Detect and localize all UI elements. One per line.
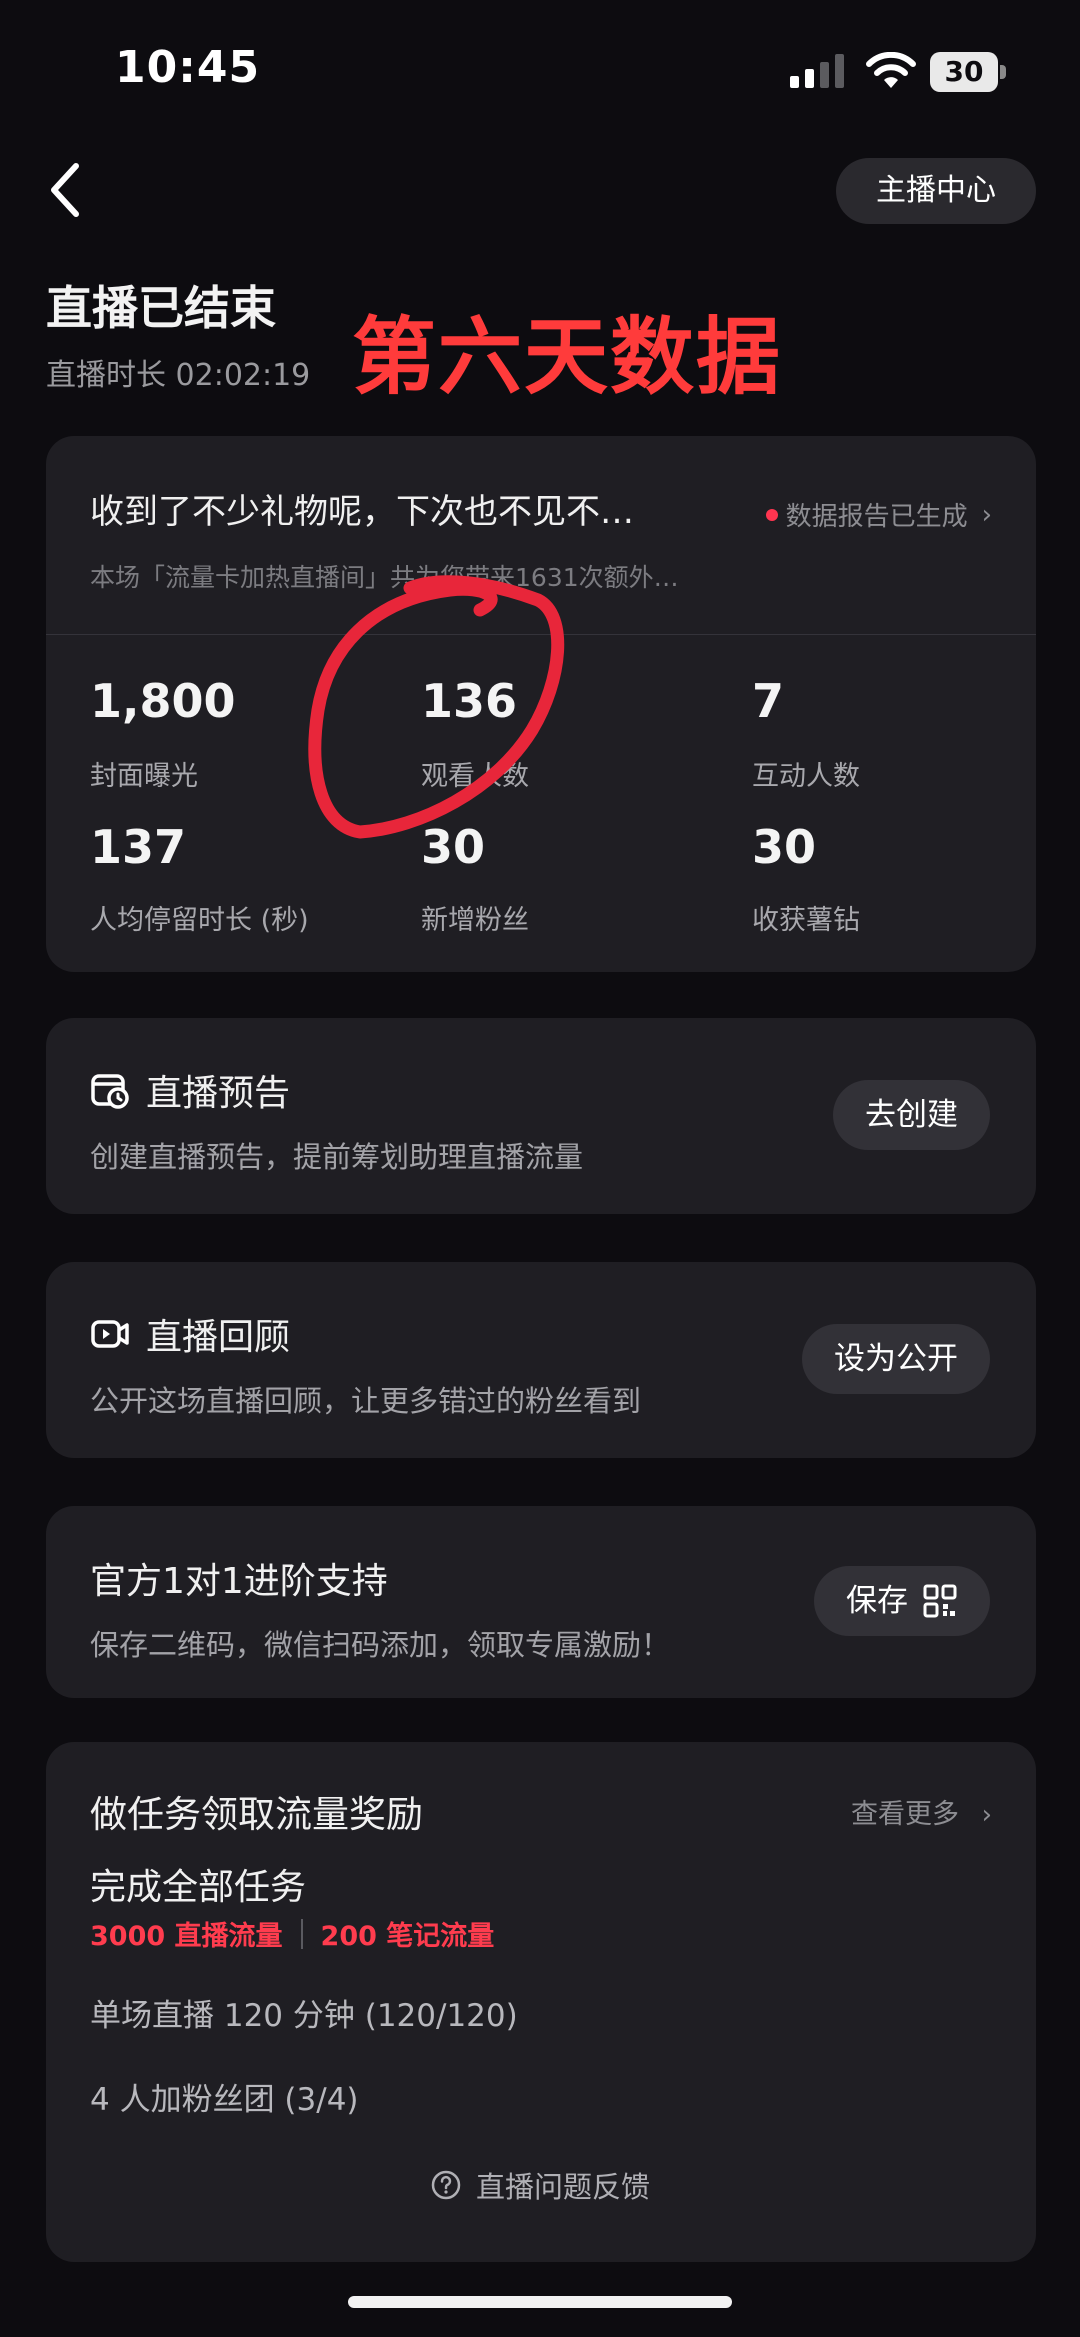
save-qr-label: 保存 (846, 1583, 908, 1619)
stat-avg-stay-value: 137 (90, 820, 187, 874)
official-support-title: 官方1对1进阶支持 (90, 1561, 388, 1602)
stat-avg-stay-label: 人均停留时长 (秒) (90, 905, 309, 936)
official-support-card: 官方1对1进阶支持 保存二维码，微信扫码添加，领取专属激励！ 保存 (46, 1506, 1036, 1698)
live-preview-card: 直播预告 创建直播预告，提前筹划助理直播流量 去创建 (46, 1018, 1036, 1214)
stat-new-fans-label: 新增粉丝 (421, 905, 529, 936)
stat-cover-exposure-label: 封面曝光 (90, 761, 198, 792)
report-link-label: 数据报告已生成 (785, 502, 968, 532)
stat-diamonds-value: 30 (752, 820, 817, 874)
question-circle-icon (431, 2170, 461, 2200)
chevron-right-icon: › (981, 1800, 992, 1830)
task-item: 4 人加粉丝团 (3/4) (90, 2082, 359, 2118)
annotation-text: 第六天数据 (352, 308, 783, 406)
battery-level: 30 (944, 55, 984, 88)
feedback-link[interactable]: 直播问题反馈 (430, 2164, 650, 2206)
live-preview-desc: 创建直播预告，提前筹划助理直播流量 (90, 1140, 584, 1174)
live-preview-title-row: 直播预告 (90, 1064, 290, 1116)
video-replay-icon (91, 1320, 129, 1348)
task-item: 单场直播 120 分钟 (120/120) (90, 1998, 518, 2034)
chevron-right-icon: › (981, 499, 992, 530)
summary-message: 收到了不少礼物呢，下次也不见不… (90, 492, 634, 532)
save-qr-button[interactable]: 保存 (814, 1566, 990, 1636)
annotation-circle (308, 575, 565, 839)
view-more-link[interactable]: 查看更多 › (851, 1792, 992, 1831)
home-indicator[interactable] (348, 2296, 732, 2308)
red-dot-icon (765, 508, 778, 521)
stat-interactions-value: 7 (752, 674, 785, 728)
stat-interactions-label: 互动人数 (752, 761, 860, 792)
tasks-title: 做任务领取流量奖励 (90, 1793, 423, 1836)
live-replay-title: 直播回顾 (146, 1317, 291, 1358)
official-support-desc: 保存二维码，微信扫码添加，领取专属激励！ (90, 1628, 671, 1662)
host-center-button[interactable]: 主播中心 (836, 158, 1036, 224)
create-preview-button[interactable]: 去创建 (833, 1080, 990, 1150)
live-preview-title: 直播预告 (146, 1073, 291, 1114)
all-tasks-heading: 完成全部任务 (90, 1867, 307, 1908)
stat-diamonds-label: 收获薯钻 (752, 905, 860, 936)
status-time: 10:45 (115, 42, 261, 93)
view-more-label: 查看更多 (851, 1799, 959, 1830)
reward-separator (300, 1918, 303, 1949)
back-button[interactable] (46, 160, 86, 220)
feedback-label: 直播问题反馈 (476, 2170, 651, 2204)
data-report-link[interactable]: 数据报告已生成 › (765, 496, 992, 533)
page-title: 直播已结束 (46, 281, 276, 335)
live-duration: 直播时长 02:02:19 (46, 358, 311, 393)
reward-note-traffic: 200 笔记流量 (320, 1921, 495, 1952)
set-public-button[interactable]: 设为公开 (802, 1324, 990, 1394)
wifi-icon (866, 52, 916, 88)
calendar-clock-icon (91, 1074, 129, 1109)
stat-cover-exposure-value: 1,800 (90, 674, 236, 728)
cellular-signal-icon (790, 54, 844, 88)
live-replay-title-row: 直播回顾 (90, 1308, 290, 1360)
live-replay-desc: 公开这场直播回顾，让更多错过的粉丝看到 (90, 1384, 642, 1418)
qr-code-icon (923, 1584, 957, 1618)
reward-live-traffic: 3000 直播流量 (90, 1921, 283, 1952)
rewards-row: 3000 直播流量 200 笔记流量 (90, 1914, 494, 1953)
battery-icon: 30 (930, 52, 1006, 92)
live-replay-card: 直播回顾 公开这场直播回顾，让更多错过的粉丝看到 设为公开 (46, 1262, 1036, 1458)
